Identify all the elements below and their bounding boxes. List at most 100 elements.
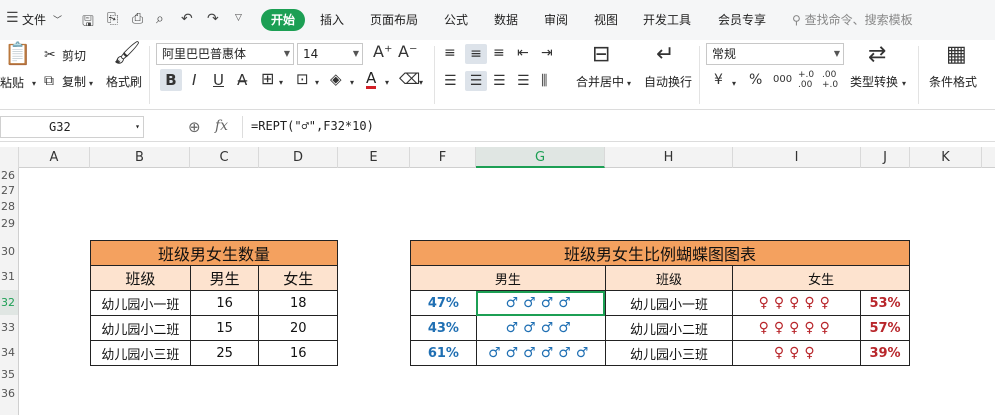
underline-button[interactable]: U — [213, 73, 224, 88]
wrap-text-button[interactable]: 自动换行 — [644, 73, 692, 90]
class-cell[interactable]: 幼儿园小三班 — [604, 340, 734, 366]
table-title[interactable]: 班级男女生比例蝴蝶图图表 — [410, 240, 910, 266]
select-all-corner[interactable] — [0, 147, 19, 168]
font-color-dropdown-icon[interactable]: ▾ — [385, 76, 389, 90]
class-cell[interactable]: 幼儿园小一班 — [604, 290, 734, 316]
header-girls[interactable]: 女生 — [732, 265, 910, 291]
formula-input[interactable]: =REPT("♂",F32*10) — [242, 116, 992, 138]
boys-symbol-cell[interactable]: ♂♂♂♂ — [475, 290, 606, 316]
tab-data[interactable]: 数据 — [494, 11, 518, 28]
copy-button[interactable]: 复制 — [62, 73, 86, 90]
merge-cells-icon[interactable]: ⊟ — [592, 44, 610, 66]
thousands-button[interactable]: 000 — [773, 73, 792, 87]
column-header-h[interactable]: H — [605, 147, 733, 168]
header-class[interactable]: 班级 — [604, 265, 734, 291]
tab-review[interactable]: 审阅 — [544, 11, 568, 28]
tab-home[interactable]: 开始 — [261, 9, 305, 31]
row-header-27[interactable]: 27 — [0, 183, 18, 198]
girls-symbol-cell[interactable]: ♀♀♀♀♀ — [732, 315, 862, 341]
table-title[interactable]: 班级男女生数量 — [90, 240, 338, 266]
type-convert-button[interactable]: 类型转换 — [850, 73, 898, 90]
align-middle-icon[interactable]: ≡ — [465, 44, 487, 64]
fill-effect-icon[interactable]: ⊡ — [296, 72, 309, 87]
align-bottom-icon[interactable]: ≡ — [493, 46, 505, 60]
tab-formulas[interactable]: 公式 — [444, 11, 468, 28]
paste-dropdown-icon[interactable]: ▾ — [32, 77, 36, 91]
fill-effect-dropdown-icon[interactable]: ▾ — [315, 76, 319, 90]
class-cell[interactable]: 幼儿园小一班 — [90, 290, 191, 316]
redo-icon[interactable]: ↷ — [207, 11, 219, 27]
customize-quick-access-icon[interactable]: ▽ — [235, 13, 242, 23]
export-pdf-icon[interactable]: ⎘ — [107, 11, 118, 27]
row-header-26[interactable]: 26 — [0, 168, 18, 183]
eraser-icon[interactable]: ⌫ — [399, 72, 420, 87]
girls-count-cell[interactable]: 16 — [258, 340, 338, 366]
column-header-e[interactable]: E — [338, 147, 410, 168]
row-header-36[interactable]: 36 — [0, 386, 18, 401]
distribute-icon[interactable]: ⫼ — [541, 74, 547, 88]
boys-count-cell[interactable]: 15 — [189, 315, 260, 341]
align-right-icon[interactable]: ☰ — [493, 74, 506, 88]
header-class[interactable]: 班级 — [90, 265, 191, 291]
currency-button[interactable]: ¥ — [714, 73, 723, 87]
tab-insert[interactable]: 插入 — [320, 11, 344, 28]
fill-color-dropdown-icon[interactable]: ▾ — [350, 76, 354, 90]
girls-percent-cell[interactable]: 53% — [860, 290, 910, 316]
italic-button[interactable]: I — [192, 73, 196, 88]
undo-icon[interactable]: ↶ — [181, 11, 193, 27]
fill-color-icon[interactable]: ◈ — [330, 72, 342, 87]
column-header-d[interactable]: D — [259, 147, 338, 168]
indent-decrease-icon[interactable]: ⇤ — [517, 46, 529, 60]
strikethrough-icon[interactable]: A̶ — [237, 73, 247, 88]
girls-percent-cell[interactable]: 39% — [860, 340, 910, 366]
font-color-icon[interactable]: A — [366, 71, 377, 89]
column-header-c[interactable]: C — [190, 147, 259, 168]
girls-count-cell[interactable]: 18 — [258, 290, 338, 316]
font-name-select[interactable]: 阿里巴巴普惠体 ▼ — [156, 43, 294, 65]
increase-font-icon[interactable]: A⁺ — [373, 44, 392, 60]
girls-count-cell[interactable]: 20 — [258, 315, 338, 341]
bold-button[interactable]: B — [160, 69, 182, 91]
paste-icon[interactable]: 📋 — [4, 44, 31, 66]
paste-button[interactable]: 粘贴 — [0, 74, 24, 91]
row-header-35[interactable]: 35 — [0, 367, 18, 382]
tab-developer[interactable]: 开发工具 — [643, 11, 691, 28]
border-dropdown-icon[interactable]: ▾ — [279, 76, 283, 90]
save-icon[interactable]: 🖫 — [82, 11, 94, 35]
copy-icon[interactable]: ⧉ — [44, 74, 54, 88]
boys-percent-cell[interactable]: 43% — [410, 315, 477, 341]
conditional-format-button[interactable]: 条件格式 — [929, 73, 977, 90]
brush-icon[interactable]: 🖌 — [113, 43, 141, 65]
girls-symbol-cell[interactable]: ♀♀♀ — [732, 340, 862, 366]
column-header-k[interactable]: K — [910, 147, 982, 168]
align-center-icon[interactable]: ☰ — [465, 71, 487, 91]
row-header-34[interactable]: 34 — [0, 340, 18, 365]
column-header-f[interactable]: F — [410, 147, 476, 168]
boys-count-cell[interactable]: 16 — [189, 290, 260, 316]
row-header-32[interactable]: 32 — [0, 290, 18, 315]
boys-count-cell[interactable]: 25 — [189, 340, 260, 366]
cut-button[interactable]: 剪切 — [62, 47, 86, 64]
header-boys[interactable]: 男生 — [410, 265, 606, 291]
wrap-text-icon[interactable]: ↵ — [656, 44, 674, 66]
type-convert-icon[interactable]: ⇄ — [868, 44, 886, 66]
boys-percent-cell[interactable]: 61% — [410, 340, 477, 366]
boys-symbol-cell[interactable]: ♂♂♂♂♂♂ — [475, 340, 606, 366]
row-header-30[interactable]: 30 — [0, 240, 18, 264]
class-cell[interactable]: 幼儿园小三班 — [90, 340, 191, 366]
class-cell[interactable]: 幼儿园小二班 — [604, 315, 734, 341]
tab-member[interactable]: 会员专享 — [718, 11, 766, 28]
file-menu[interactable]: 文件 — [22, 11, 46, 28]
print-preview-icon[interactable]: ⌕ — [156, 11, 164, 27]
decrease-font-icon[interactable]: A⁻ — [398, 44, 417, 60]
girls-symbol-cell[interactable]: ♀♀♀♀♀ — [732, 290, 862, 316]
row-header-33[interactable]: 33 — [0, 315, 18, 340]
chevron-down-icon[interactable]: ﹀ — [53, 13, 62, 26]
girls-percent-cell[interactable]: 57% — [860, 315, 910, 341]
align-top-icon[interactable]: ≡ — [444, 46, 456, 60]
column-header-i[interactable]: I — [733, 147, 861, 168]
merge-dropdown-icon[interactable]: ▾ — [627, 77, 631, 91]
command-search[interactable]: ⚲ 查找命令、搜索模板 — [792, 11, 913, 28]
row-header-31[interactable]: 31 — [0, 265, 18, 289]
zoom-icon[interactable]: ⊕ — [188, 118, 201, 136]
